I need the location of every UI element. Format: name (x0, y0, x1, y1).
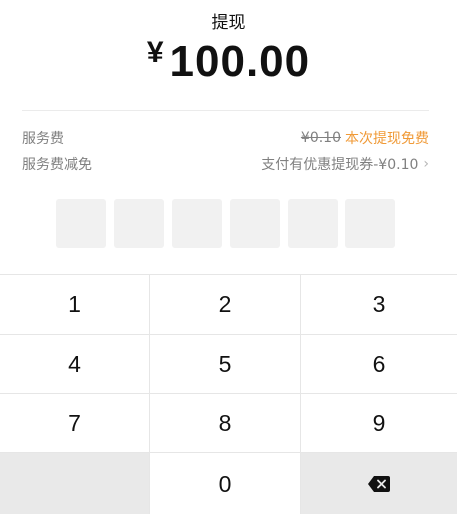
service-fee-value: ¥0.10 本次提现免费 (301, 128, 429, 148)
pin-box-2 (114, 199, 164, 248)
fee-waiver-value: 支付有优惠提现券-¥0.10 (261, 157, 419, 173)
key-2[interactable]: 2 (150, 275, 300, 334)
key-4[interactable]: 4 (0, 335, 149, 394)
grid-line (0, 334, 457, 335)
service-fee-original: ¥0.10 (300, 130, 341, 146)
key-0[interactable]: 0 (150, 453, 300, 514)
key-9[interactable]: 9 (301, 394, 457, 453)
fee-waiver-label: 服务费减免 (22, 157, 92, 173)
amount-value: 100.00 (169, 37, 311, 86)
key-3[interactable]: 3 (301, 275, 457, 334)
pin-box-5 (288, 199, 338, 248)
key-6[interactable]: 6 (301, 335, 457, 394)
key-8[interactable]: 8 (150, 394, 300, 453)
chevron-right-icon: › (423, 156, 429, 172)
withdraw-amount: ¥100.00 (0, 36, 457, 87)
key-1[interactable]: 1 (0, 275, 149, 334)
grid-line (300, 275, 301, 514)
grid-line (149, 275, 150, 514)
fee-waiver-row[interactable]: 服务费减免 支付有优惠提现券-¥0.10 › (22, 154, 429, 174)
service-fee-row: 服务费 ¥0.10 本次提现免费 (22, 128, 429, 148)
page-title: 提现 (211, 13, 246, 33)
pin-box-4 (230, 199, 280, 248)
grid-line (0, 452, 457, 453)
delete-key[interactable] (301, 453, 457, 514)
key-5[interactable]: 5 (150, 335, 300, 394)
key-7[interactable]: 7 (0, 394, 149, 453)
backspace-icon (368, 476, 390, 492)
numeric-keypad: 1 2 3 4 5 6 7 8 9 0 (0, 274, 457, 514)
currency-symbol: ¥ (146, 36, 164, 69)
key-blank (0, 453, 149, 514)
divider (22, 110, 429, 111)
pin-box-1 (56, 199, 106, 248)
pin-box-3 (172, 199, 222, 248)
grid-line (0, 393, 457, 394)
service-fee-label: 服务费 (22, 131, 64, 147)
coupon-selector[interactable]: 支付有优惠提现券-¥0.10 › (261, 154, 429, 174)
pin-box-6 (345, 199, 395, 248)
service-fee-free-note: 本次提现免费 (345, 131, 429, 147)
